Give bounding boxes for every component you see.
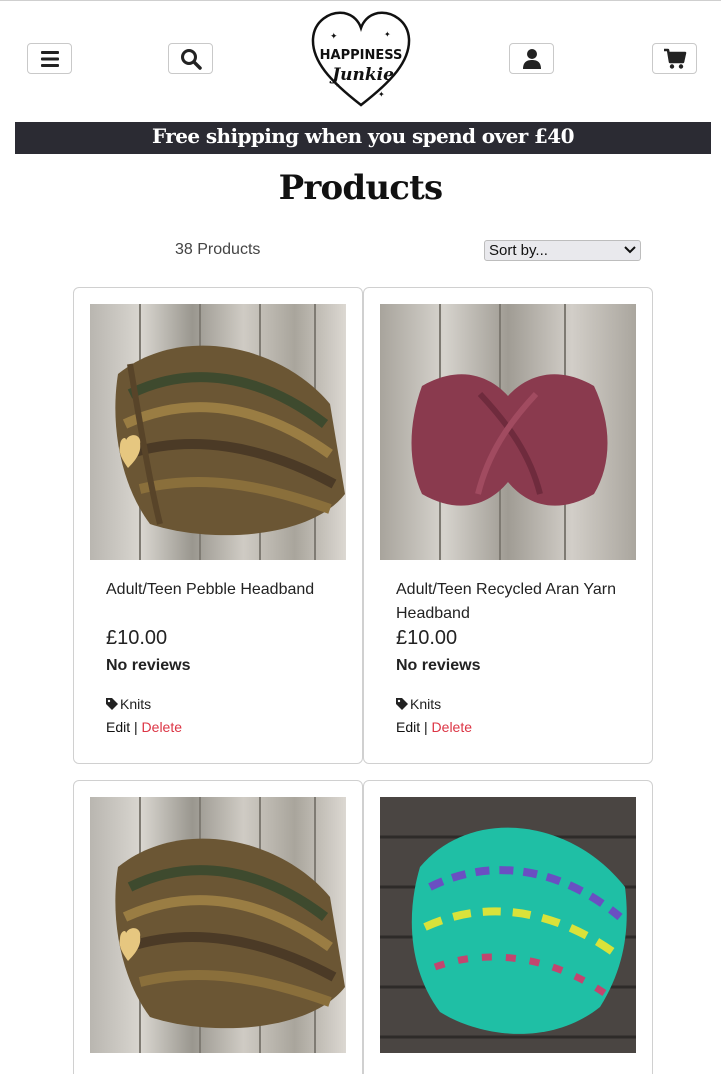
product-card[interactable]: Adult/Teen Pebble Headband £10.00 No rev… [73, 287, 363, 764]
product-actions: Edit | Delete [106, 719, 182, 735]
product-name[interactable]: Adult/Teen Pebble Headband [106, 578, 346, 602]
product-image[interactable] [380, 304, 636, 560]
logo-text-1: HAPPINESS [320, 48, 403, 63]
tag-icon [106, 698, 118, 710]
cart-button[interactable] [652, 43, 697, 74]
product-image[interactable] [90, 304, 346, 560]
user-icon [522, 48, 541, 69]
edit-link[interactable]: Edit [106, 719, 130, 735]
search-button[interactable] [168, 43, 213, 74]
site-logo[interactable]: HAPPINESS Junkie ✦ ✦ ✦ ✦ [310, 9, 412, 109]
delete-link[interactable]: Delete [432, 719, 472, 735]
delete-link[interactable]: Delete [142, 719, 182, 735]
svg-text:✦: ✦ [378, 90, 385, 99]
svg-text:✦: ✦ [334, 81, 340, 89]
product-count: 38 Products [175, 241, 261, 258]
actions-separator: | [424, 719, 428, 735]
actions-separator: | [134, 719, 138, 735]
product-card[interactable] [73, 780, 363, 1074]
product-image[interactable] [90, 797, 346, 1053]
cart-icon [663, 48, 686, 69]
svg-text:✦: ✦ [330, 31, 338, 41]
product-image[interactable] [380, 797, 636, 1053]
tag-icon [396, 698, 408, 710]
product-category[interactable]: Knits [106, 696, 151, 712]
sort-select-value: Sort by... [489, 242, 548, 259]
product-card[interactable] [363, 780, 653, 1074]
chevron-down-icon [624, 245, 636, 257]
sort-select[interactable]: Sort by... [484, 240, 641, 261]
free-shipping-banner: Free shipping when you spend over £40 [15, 122, 711, 154]
product-category[interactable]: Knits [396, 696, 441, 712]
product-card[interactable]: Adult/Teen Recycled Aran Yarn Headband £… [363, 287, 653, 764]
product-price: £10.00 [106, 627, 168, 649]
hamburger-icon [40, 50, 59, 67]
edit-link[interactable]: Edit [396, 719, 420, 735]
product-category-label: Knits [120, 696, 152, 712]
heart-logo-icon: HAPPINESS Junkie ✦ ✦ ✦ ✦ [311, 11, 411, 107]
account-button[interactable] [509, 43, 554, 74]
product-reviews: No reviews [106, 657, 191, 674]
product-price: £10.00 [396, 627, 458, 649]
product-category-label: Knits [410, 696, 442, 712]
page-title: Products [278, 168, 444, 208]
search-icon [180, 48, 202, 70]
product-actions: Edit | Delete [396, 719, 472, 735]
product-name[interactable]: Adult/Teen Recycled Aran Yarn Headband [396, 578, 636, 626]
svg-text:✦: ✦ [384, 30, 391, 39]
top-border [0, 0, 721, 1]
menu-button[interactable] [27, 43, 72, 74]
product-reviews: No reviews [396, 657, 481, 674]
